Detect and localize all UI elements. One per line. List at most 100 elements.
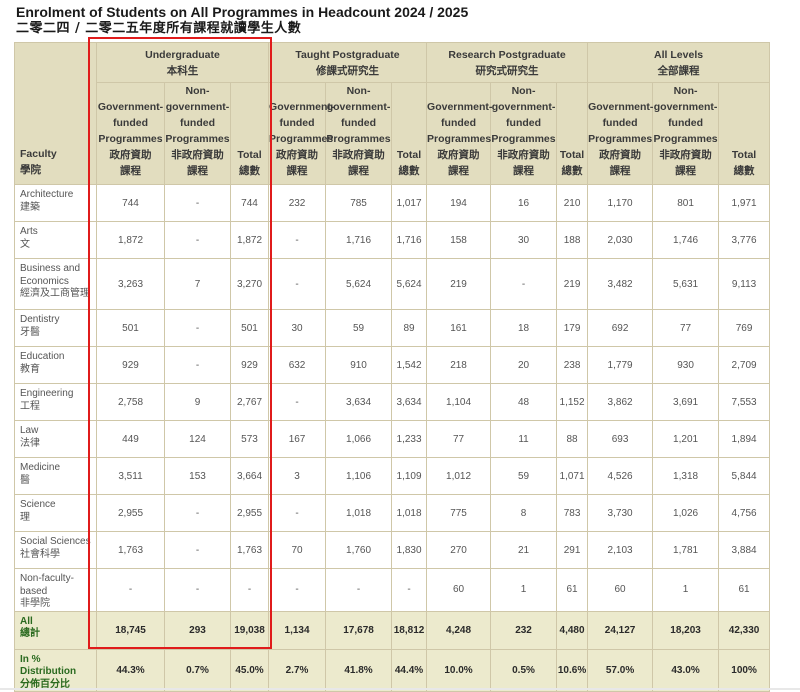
value-cell: 692 xyxy=(587,309,654,347)
value-cell: 4,526 xyxy=(587,457,654,495)
value-cell: 929 xyxy=(96,346,165,384)
column-header: Total 總數 xyxy=(229,82,270,185)
faculty-cell: Science 理 xyxy=(14,494,97,532)
faculty-name-zh: 社會科學 xyxy=(20,548,60,560)
faculty-name-zh: 牙醫 xyxy=(20,326,40,338)
value-cell: 9,113 xyxy=(718,258,771,310)
value-cell: 3,270 xyxy=(229,258,270,310)
group-header-zh: 全部課程 xyxy=(657,64,700,77)
value-cell: 1,763 xyxy=(229,531,270,569)
value-cell: 1,716 xyxy=(325,221,393,259)
value-cell: 801 xyxy=(652,184,720,222)
enrolment-table: Faculty 學院 Undergraduate 本科生 Taught Postgr… xyxy=(14,42,771,692)
value-cell: 783 xyxy=(556,494,589,532)
value-cell: 59 xyxy=(490,457,558,495)
value-cell: 124 xyxy=(164,420,231,458)
faculty-name-zh: 工程 xyxy=(20,400,40,412)
table-row: Arts 文 1,872-1,872-1,716 1,716 158 30 188 2,030… xyxy=(14,221,771,259)
column-header-line: Programmes xyxy=(427,133,492,145)
value-cell: 775 xyxy=(426,494,492,532)
faculty-cell: Non-faculty-based 非學院 xyxy=(14,568,97,612)
column-header-line: 課程 xyxy=(120,165,141,177)
faculty-header-zh: 學院 xyxy=(20,164,41,176)
group-header-en: All Levels xyxy=(654,48,704,61)
column-header-line: government- xyxy=(653,101,718,113)
column-header: Total 總數 xyxy=(718,82,771,185)
faculty-name-zh: 文 xyxy=(20,238,30,250)
value-cell: 270 xyxy=(426,531,492,569)
table-row: Medicine 醫 3,511 153 3,664 3 1,106 1,109 1,012 59… xyxy=(14,457,771,495)
value-cell: 11 xyxy=(490,420,558,458)
value-cell: 1,071 xyxy=(556,457,589,495)
column-header: Government-funded Programmes 政府資助 課程 xyxy=(587,82,653,185)
value-cell: 449 xyxy=(96,420,165,458)
value-cell: 70 xyxy=(268,531,327,569)
value-cell: 10.6% xyxy=(556,648,589,692)
column-header-line: Programmes xyxy=(98,133,163,145)
value-cell: 501 xyxy=(229,309,270,347)
value-cell: 59 xyxy=(325,309,393,347)
value-cell: 1,872 xyxy=(229,221,270,259)
value-cell: 1,763 xyxy=(96,531,165,569)
value-cell: 5,624 xyxy=(391,258,428,310)
table-row: Dentistry 牙醫 501-501 30 59 89 161 18 179 692 77 769 xyxy=(14,309,771,347)
value-cell: 18,812 xyxy=(391,610,428,650)
faculty-cell: In % Distribution 分佈百分比 xyxy=(14,648,97,692)
value-cell: 1,542 xyxy=(391,346,428,384)
value-cell: - xyxy=(164,346,231,384)
value-cell: 5,631 xyxy=(652,258,720,310)
value-cell: 1,104 xyxy=(426,383,492,421)
value-cell: 21 xyxy=(490,531,558,569)
column-header: Government-funded Programmes 政府資助 課程 xyxy=(96,82,165,185)
group-header-en: Undergraduate xyxy=(145,48,220,61)
group-header-zh: 本科生 xyxy=(166,64,199,77)
group-header-en: Taught Postgraduate xyxy=(295,48,400,61)
value-cell: 7 xyxy=(164,258,231,310)
column-header-line: Non- xyxy=(185,85,210,97)
column-header-line: 課程 xyxy=(513,165,535,177)
column-header-line: Programmes xyxy=(491,133,556,145)
column-header-line: 非政府資助 xyxy=(171,149,224,161)
value-cell: 1,109 xyxy=(391,457,428,495)
value-cell: 501 xyxy=(96,309,165,347)
value-cell: 1,201 xyxy=(652,420,720,458)
faculty-name-zh: 教育 xyxy=(20,363,40,375)
faculty-header: Faculty 學院 xyxy=(14,42,97,185)
value-cell: 1,134 xyxy=(268,610,327,650)
column-header: Total 總數 xyxy=(556,82,589,185)
value-cell: 2,103 xyxy=(587,531,654,569)
faculty-header-en: Faculty xyxy=(20,148,57,160)
faculty-cell: Law 法律 xyxy=(14,420,97,458)
faculty-name-en: Business and Economics xyxy=(20,263,81,287)
value-cell: 18,745 xyxy=(96,610,165,650)
value-cell: 1,830 xyxy=(391,531,428,569)
value-cell: 179 xyxy=(556,309,589,347)
faculty-name-en: Medicine xyxy=(20,462,61,473)
group-header: Research Postgraduate 研究式研究生 xyxy=(426,42,589,83)
value-cell: 293 xyxy=(164,610,231,650)
faculty-name-en: Science xyxy=(20,499,56,510)
value-cell: 1,318 xyxy=(652,457,720,495)
value-cell: 61 xyxy=(556,568,589,612)
column-header-line: Programmes xyxy=(326,133,391,145)
value-cell: - xyxy=(268,568,327,612)
column-header: Non-government-funded Programmes 非政府資助 課程 xyxy=(325,82,393,185)
column-header-line: 課程 xyxy=(675,165,697,177)
faculty-name-zh: 經濟及工商管理 xyxy=(20,288,90,299)
faculty-name-en: Law xyxy=(20,425,39,436)
value-cell: 77 xyxy=(652,309,720,347)
value-cell: 910 xyxy=(325,346,393,384)
value-cell: 219 xyxy=(556,258,589,310)
column-header-line: Government- xyxy=(269,101,335,113)
value-cell: 9 xyxy=(164,383,231,421)
column-header-line: Programmes xyxy=(588,133,653,145)
faculty-name-en: Social Sciences xyxy=(20,536,91,547)
column-header-line: Programmes xyxy=(269,133,334,145)
column-header-line: 總數 xyxy=(733,165,755,177)
value-cell: 929 xyxy=(229,346,270,384)
column-header-line: 課程 xyxy=(348,165,370,177)
faculty-name-en: All xyxy=(20,615,33,627)
column-header-line: 總數 xyxy=(239,165,261,177)
faculty-cell: All 總計 xyxy=(14,610,97,650)
value-cell: 3,511 xyxy=(96,457,165,495)
